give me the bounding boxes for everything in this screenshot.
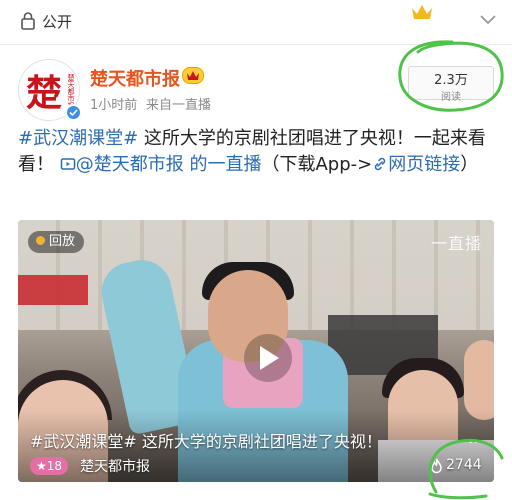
post-time: 1小时前 — [90, 98, 138, 113]
crown-icon — [412, 5, 432, 19]
fire-icon — [431, 458, 442, 474]
video-link[interactable]: @楚天都市报 的一直播 — [76, 154, 262, 175]
views-box: 2.3万 阅读 — [408, 66, 494, 103]
video-scene-banner — [18, 275, 88, 305]
username[interactable]: 楚天都市报 — [90, 65, 180, 91]
privacy-setting[interactable]: 公开 — [42, 11, 72, 32]
video-player[interactable]: 回放 一直播 #武汉潮课堂# 这所大学的京剧社团唱进了央视！ … ★18 楚天都… — [18, 220, 494, 482]
watermark: 一直播 — [430, 234, 482, 253]
post-close: ） — [460, 154, 479, 175]
star-icon: ★ — [36, 459, 47, 473]
chevron-down-icon[interactable] — [479, 14, 497, 26]
video-title: #武汉潮课堂# 这所大学的京剧社团唱进了央视！ — [30, 432, 382, 451]
verified-icon — [65, 104, 82, 121]
video-link-icon — [60, 158, 75, 170]
replay-dot-icon — [36, 236, 45, 245]
divider — [0, 44, 512, 45]
post-suffix: （下载App-> — [261, 154, 373, 175]
link-icon — [375, 157, 386, 171]
lock-icon — [21, 12, 35, 30]
top-bar: 公开 — [0, 0, 512, 46]
views-count: 2.3万 — [434, 73, 468, 88]
replay-badge: 回放 — [28, 231, 85, 253]
post-source[interactable]: 来自一直播 — [146, 94, 211, 113]
views-label: 阅读 — [441, 92, 461, 103]
replay-label: 回放 — [49, 234, 76, 249]
play-button[interactable] — [244, 334, 292, 382]
web-link[interactable]: 网页链接 — [388, 154, 460, 175]
play-count: 2744 — [446, 457, 482, 473]
video-author[interactable]: 楚天都市报 — [80, 456, 150, 476]
like-badge: ★18 — [30, 457, 69, 475]
hashtag-link[interactable]: #武汉潮课堂# — [18, 128, 138, 149]
avatar-logo-char: 楚 — [26, 72, 63, 114]
post-text: #武汉潮课堂# 这所大学的京剧社团唱进了央视！一起来看看！ @楚天都市报 的一直… — [18, 126, 494, 178]
like-count: 18 — [46, 459, 63, 473]
more-icon[interactable]: … — [468, 428, 484, 447]
vip-badge-icon[interactable] — [182, 67, 204, 84]
video-person — [464, 340, 494, 420]
